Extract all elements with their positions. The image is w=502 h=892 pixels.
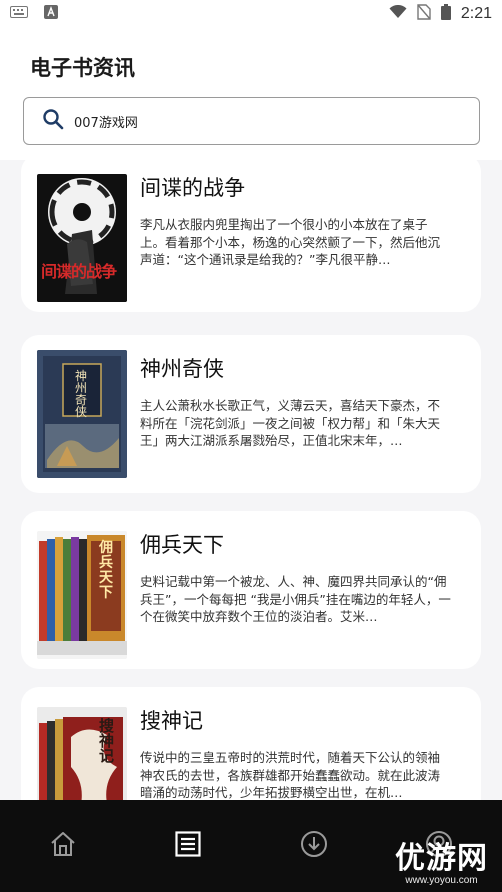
book-cover-title: 佣兵天下: [99, 540, 113, 601]
no-sim-icon: [417, 4, 431, 24]
wifi-icon: [389, 4, 407, 23]
book-title: 搜神记: [140, 709, 203, 733]
status-time: 2:21: [460, 5, 492, 22]
book-title: 神州奇侠: [140, 357, 224, 381]
book-description: 主人公萧秋水长歌正气，义薄云天，喜结天下豪杰，不料所在「浣花剑派」一夜之间被「权…: [140, 398, 441, 448]
book-cover[interactable]: 搜神记: [37, 707, 127, 800]
app-header: 电子书资讯: [0, 28, 502, 160]
battery-icon: [440, 4, 451, 24]
book-title: 间谍的战争: [140, 176, 245, 200]
keyboard-icon: [10, 6, 28, 22]
book-cover[interactable]: 佣兵天下: [37, 531, 127, 659]
book-card[interactable]: 搜神记 搜神记 传说中的三皇五帝时的洪荒时代，随着天下公认的领袖神农氏的去世，各…: [21, 687, 481, 800]
book-description: 史料记载中第一个被龙、人、神、魔四界共同承认的“佣兵王”，一个每每把 “我是小佣…: [140, 574, 451, 624]
book-cover-title: 神州奇侠: [75, 369, 88, 419]
book-card[interactable]: 间谍的战争 间谍的战争 李凡从衣服内兜里掏出了一个很小的小本放在了桌子上。看着那…: [21, 160, 481, 312]
book-description: 李凡从衣服内兜里掏出了一个很小的小本放在了桌子上。看着那个小本，杨逸的心突然颤了…: [140, 217, 441, 267]
a-notification-icon: [44, 5, 58, 23]
book-card[interactable]: 佣兵天下 佣兵天下 史料记载中第一个被龙、人、神、魔四界共同承认的“佣兵王”，一…: [21, 511, 481, 669]
book-description: 传说中的三皇五帝时的洪荒时代，随着天下公认的领袖神农氏的去世，各族群雄都开始蠢蠢…: [140, 750, 441, 800]
book-card[interactable]: 神州奇侠 神州奇侠 主人公萧秋水长歌正气，义薄云天，喜结天下豪杰，不料所在「浣花…: [21, 335, 481, 493]
book-cover-title: 搜神记: [99, 717, 115, 765]
download-icon[interactable]: [294, 824, 334, 864]
watermark-url: www.yoyou.com: [405, 875, 478, 886]
page-title: 电子书资讯: [30, 56, 135, 80]
home-icon[interactable]: [43, 824, 83, 864]
watermark-logo: 优游网 www.yoyou.com: [395, 833, 488, 886]
book-cover[interactable]: 神州奇侠: [37, 350, 127, 478]
status-bar: 2:21: [0, 0, 502, 28]
book-cover[interactable]: 间谍的战争: [37, 174, 127, 302]
watermark-title: 优游网: [395, 841, 488, 876]
book-title: 佣兵天下: [140, 533, 224, 557]
list-icon[interactable]: [168, 824, 208, 864]
book-list[interactable]: 间谍的战争 间谍的战争 李凡从衣服内兜里掏出了一个很小的小本放在了桌子上。看着那…: [0, 160, 502, 800]
search-box[interactable]: [23, 97, 480, 145]
search-icon[interactable]: [42, 108, 74, 134]
search-input[interactable]: [74, 113, 434, 129]
book-cover-title: 间谍的战争: [41, 262, 117, 281]
